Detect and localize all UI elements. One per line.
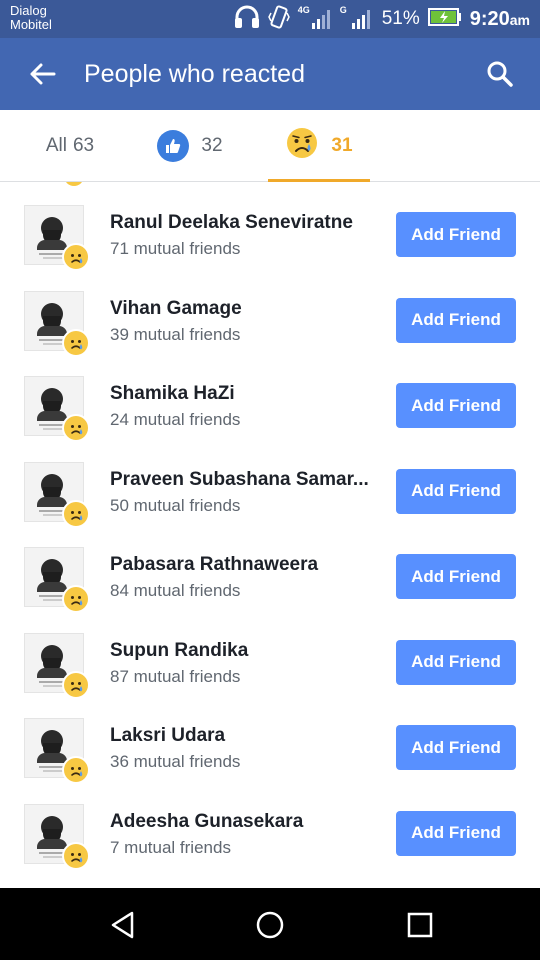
sad-face-icon: [62, 841, 90, 870]
list-item[interactable]: Vihan Gamage 39 mutual friends Add Frien…: [0, 268, 540, 357]
battery-percent: 51%: [381, 8, 420, 29]
status-bar: Dialog Mobitel 4G G 51% 9:20am: [0, 0, 540, 38]
person-name[interactable]: Shamika HaZi: [110, 383, 382, 405]
system-nav-bar: [0, 888, 540, 960]
list-item[interactable]: Ranul Deelaka Seneviratne 71 mutual frie…: [0, 182, 540, 271]
tab-sad-count: 31: [331, 135, 353, 156]
signal-g-icon: G: [340, 5, 374, 31]
signal-4g-icon: 4G: [298, 5, 332, 31]
tab-all[interactable]: All 63: [20, 110, 120, 182]
add-friend-button[interactable]: Add Friend: [396, 725, 516, 770]
page-title: People who reacted: [84, 60, 305, 88]
app-bar: People who reacted: [0, 38, 540, 110]
tab-like[interactable]: 32: [140, 110, 240, 182]
add-friend-button[interactable]: Add Friend: [396, 383, 516, 428]
person-name[interactable]: Laksri Udara: [110, 725, 382, 747]
arrow-left-icon: [30, 63, 56, 85]
person-name[interactable]: Praveen Subashana Samar...: [110, 469, 382, 491]
clock-time: 9:20: [469, 7, 510, 30]
list-item[interactable]: Praveen Subashana Samar... 50 mutual fri…: [0, 439, 540, 528]
vibrate-icon: [267, 4, 290, 34]
list-item[interactable]: Laksri Udara 36 mutual friends Add Frien…: [0, 695, 540, 784]
add-friend-button[interactable]: Add Friend: [396, 554, 516, 599]
add-friend-button[interactable]: Add Friend: [396, 810, 516, 856]
person-name[interactable]: Vihan Gamage: [110, 298, 382, 320]
people-list[interactable]: Ranul Deelaka Seneviratne 71 mutual frie…: [0, 182, 540, 888]
list-item[interactable]: Supun Randika 87 mutual friends Add Frie…: [0, 610, 540, 699]
add-friend-button[interactable]: Add Friend: [396, 639, 516, 685]
mutual-friends-count: 71 mutual friends: [110, 239, 241, 258]
nav-home-icon: [256, 911, 284, 939]
mutual-friends-count: 87 mutual friends: [110, 666, 241, 686]
person-name[interactable]: Adeesha Gunasekara: [110, 811, 382, 833]
reaction-tabs: All 63 32 31: [0, 110, 540, 182]
list-item[interactable]: Adeesha Gunasekara 7 mutual friends Add …: [0, 781, 540, 870]
mutual-friends-count: 7 mutual friends: [110, 837, 231, 857]
person-name[interactable]: Ranul Deelaka Seneviratne: [110, 212, 382, 234]
nav-recents-button[interactable]: [397, 902, 443, 948]
person-name[interactable]: Pabasara Rathnaweera: [110, 554, 382, 576]
add-friend-button[interactable]: Add Friend: [396, 297, 516, 343]
back-button[interactable]: [22, 56, 62, 92]
nav-recents-icon: [407, 912, 433, 938]
carrier-name: Dialog Mobitel: [10, 4, 52, 32]
mutual-friends-count: 50 mutual friends: [110, 495, 241, 515]
nav-home-button[interactable]: [247, 902, 293, 948]
tab-sad[interactable]: 31: [268, 110, 370, 182]
mutual-friends-count: 36 mutual friends: [110, 752, 241, 771]
clock: 9:20am: [470, 8, 530, 31]
person-name[interactable]: Supun Randika: [110, 640, 382, 662]
add-friend-button[interactable]: Add Friend: [396, 212, 516, 257]
sad-face-icon: [285, 126, 319, 166]
carrier-line1: Dialog: [10, 3, 47, 18]
search-icon: [487, 61, 513, 87]
list-item[interactable]: Pabasara Rathnaweera 84 mutual friends A…: [0, 524, 540, 613]
mutual-friends-count: 84 mutual friends: [110, 581, 241, 600]
nav-back-button[interactable]: [100, 902, 146, 948]
carrier-line2: Mobitel: [10, 17, 52, 32]
tab-all-label: All: [45, 135, 67, 156]
mutual-friends-count: 24 mutual friends: [110, 410, 241, 429]
tab-like-count: 32: [201, 135, 223, 156]
thumbs-up-icon: [157, 130, 190, 162]
battery-icon: [427, 7, 462, 32]
search-button[interactable]: [480, 54, 520, 94]
list-item[interactable]: Shamika HaZi 24 mutual friends Add Frien…: [0, 353, 540, 442]
clock-suffix: am: [509, 11, 530, 28]
add-friend-button[interactable]: Add Friend: [396, 468, 516, 514]
headset-icon: [234, 5, 260, 34]
mutual-friends-count: 39 mutual friends: [110, 324, 241, 344]
status-icons: 4G G 51% 9:20am: [234, 4, 530, 34]
tab-all-count: 63: [72, 135, 95, 156]
nav-back-icon: [111, 911, 134, 939]
